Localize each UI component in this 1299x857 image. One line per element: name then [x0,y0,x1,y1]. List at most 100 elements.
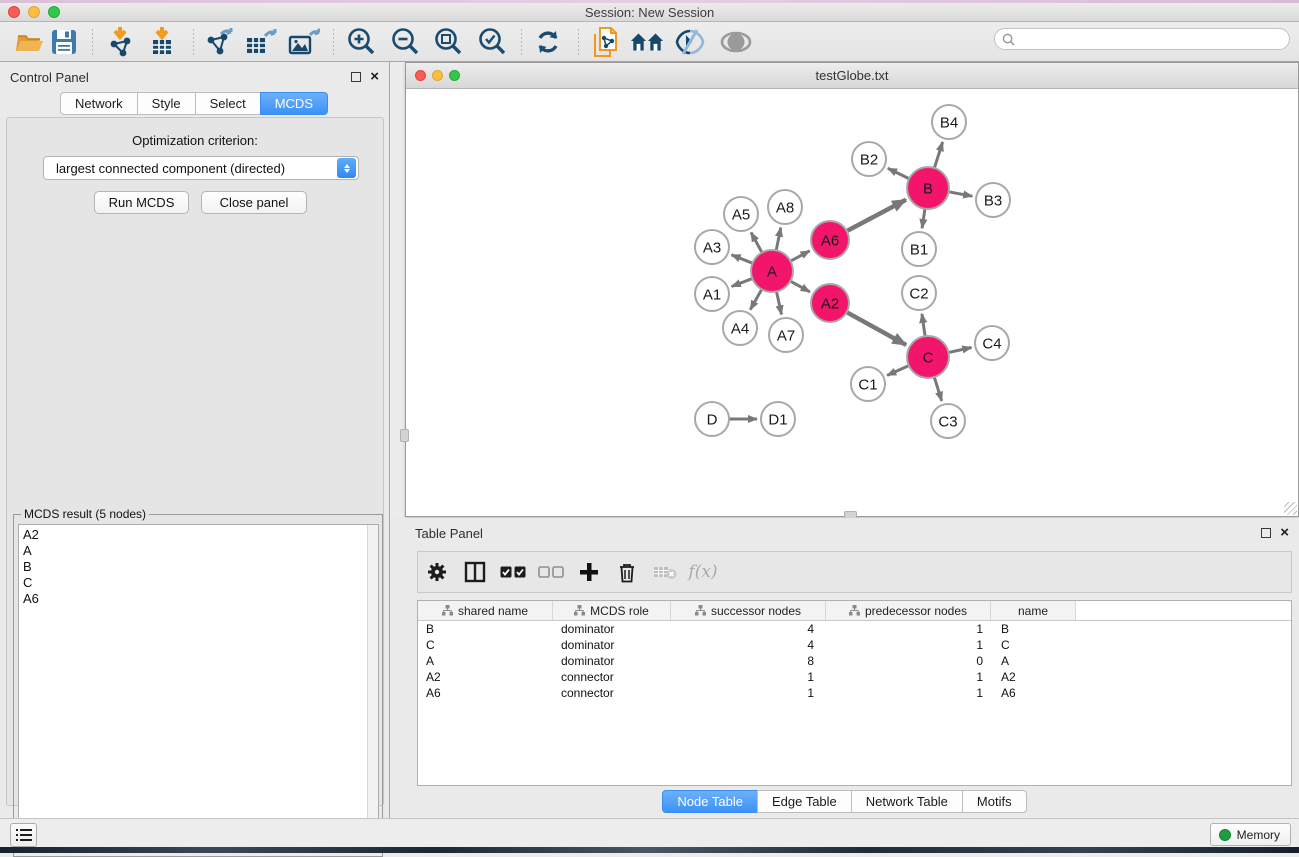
table-cell[interactable]: connector [553,686,671,700]
graph-edge[interactable] [789,251,810,262]
zoom-selected-button[interactable] [475,26,509,58]
graph-edge[interactable] [776,228,781,253]
table-settings-button[interactable] [418,562,456,582]
graph-edge[interactable] [922,314,925,338]
close-window-button[interactable] [8,6,20,18]
graph-edge[interactable] [922,207,925,228]
table-cell[interactable]: C [418,638,553,652]
zoom-out-button[interactable] [388,26,422,58]
graph-edge[interactable] [887,365,911,376]
graph-edge[interactable] [731,255,754,264]
zoom-in-button[interactable] [344,26,378,58]
close-panel-icon[interactable]: × [1280,528,1289,538]
tab-network[interactable]: Network [60,92,138,115]
run-mcds-button[interactable]: Run MCDS [94,191,189,214]
network-view-window[interactable]: testGlobe.txt AA1A2A3A4A5A6A7A8BB1B2B3B4… [405,62,1299,517]
graph-edge[interactable] [845,311,906,345]
deselect-all-button[interactable] [532,566,570,578]
table-cell[interactable]: A6 [991,686,1076,700]
float-panel-icon[interactable] [351,72,361,82]
save-session-button[interactable] [47,26,81,58]
export-network-button[interactable] [202,26,236,58]
table-row[interactable]: Cdominator41C [418,637,1291,653]
graph-edge[interactable] [888,168,911,179]
graph-edge[interactable] [947,191,973,196]
task-history-button[interactable] [10,823,37,847]
table-cell[interactable]: 1 [826,686,991,700]
column-header-successor-nodes[interactable]: successor nodes [671,601,826,620]
close-panel-button[interactable]: Close panel [201,191,307,214]
close-panel-icon[interactable]: × [370,72,379,82]
table-cell[interactable]: A2 [418,670,553,684]
node-table[interactable]: shared nameMCDS rolesuccessor nodesprede… [417,600,1292,786]
home-views-button[interactable] [630,26,664,58]
column-header-shared-name[interactable]: shared name [418,601,553,620]
copy-network-button[interactable] [588,26,622,58]
table-cell[interactable]: 1 [671,670,826,684]
tab-select[interactable]: Select [195,92,261,115]
export-table-button[interactable] [244,26,278,58]
memory-button[interactable]: Memory [1210,823,1291,846]
tab-motifs[interactable]: Motifs [962,790,1027,813]
table-cell[interactable]: 1 [826,670,991,684]
table-cell[interactable]: A2 [991,670,1076,684]
tab-network-table[interactable]: Network Table [851,790,963,813]
search-input[interactable] [1019,32,1289,46]
graph-edge[interactable] [934,375,942,401]
result-scrollbar[interactable] [367,525,378,852]
table-cell[interactable]: 4 [671,622,826,636]
result-item[interactable]: A2 [19,527,378,543]
zoom-window-button[interactable] [48,6,60,18]
tab-mcds[interactable]: MCDS [260,92,328,115]
table-cell[interactable]: B [418,622,553,636]
table-cell[interactable]: C [991,638,1076,652]
tab-node-table[interactable]: Node Table [662,790,758,813]
table-cell[interactable]: A [418,654,553,668]
graph-edge[interactable] [750,288,762,310]
export-image-button[interactable] [287,26,321,58]
table-cell[interactable]: connector [553,670,671,684]
refresh-view-button[interactable] [531,26,565,58]
column-header-MCDS-role[interactable]: MCDS role [553,601,671,620]
column-browser-button[interactable] [456,561,494,583]
network-window-titlebar[interactable]: testGlobe.txt [406,63,1298,89]
result-item[interactable]: B [19,559,378,575]
app-titlebar[interactable]: Session: New Session [0,3,1299,22]
mcds-result-list[interactable]: A2 A B C A6 [18,524,379,853]
import-network-button[interactable] [103,26,137,58]
column-header-predecessor-nodes[interactable]: predecessor nodes [826,601,991,620]
table-row[interactable]: Bdominator41B [418,621,1291,637]
tab-edge-table[interactable]: Edge Table [757,790,852,813]
result-item[interactable]: C [19,575,378,591]
graph-edge[interactable] [732,278,755,287]
search-field[interactable] [994,28,1290,50]
table-cell[interactable]: 8 [671,654,826,668]
delete-column-button[interactable] [608,562,646,583]
table-cell[interactable]: A6 [418,686,553,700]
table-cell[interactable]: 0 [826,654,991,668]
table-row[interactable]: A2connector11A2 [418,669,1291,685]
show-graphics-button[interactable] [719,26,753,58]
float-panel-icon[interactable] [1261,528,1271,538]
column-header-name[interactable]: name [991,601,1076,620]
table-cell[interactable]: dominator [553,654,671,668]
graph-edge[interactable] [789,280,810,292]
minimize-network-window-button[interactable] [432,70,443,81]
table-row[interactable]: Adominator80A [418,653,1291,669]
open-session-button[interactable] [13,26,47,58]
zoom-network-window-button[interactable] [449,70,460,81]
add-column-button[interactable] [570,562,608,582]
window-resize-grip[interactable] [1284,502,1297,515]
table-cell[interactable]: B [991,622,1076,636]
result-item[interactable]: A [19,543,378,559]
table-cell[interactable]: 1 [671,686,826,700]
table-cell[interactable]: dominator [553,622,671,636]
select-all-button[interactable] [494,566,532,578]
graph-edge[interactable] [947,347,972,352]
graph-edge[interactable] [751,232,763,254]
network-graph[interactable]: AA1A2A3A4A5A6A7A8BB1B2B3B4CC1C2C3C4DD1 [406,90,1298,516]
minimize-window-button[interactable] [28,6,40,18]
table-cell[interactable]: A [991,654,1076,668]
result-item[interactable]: A6 [19,591,378,607]
hide-annotations-button[interactable] [673,26,707,58]
